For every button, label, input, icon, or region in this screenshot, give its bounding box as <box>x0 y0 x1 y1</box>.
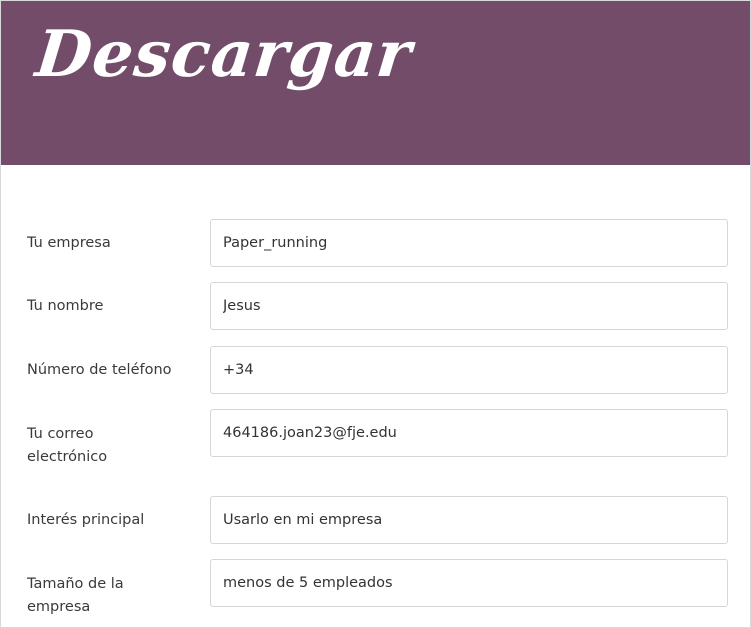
download-page: Descargar Tu empresa Tu nombre Número de… <box>0 0 751 628</box>
company-input[interactable] <box>211 220 727 266</box>
interest-input[interactable] <box>211 497 727 543</box>
company-label: Tu empresa <box>27 235 111 251</box>
name-label: Tu nombre <box>27 298 104 314</box>
interest-field[interactable] <box>210 496 728 544</box>
email-field[interactable] <box>210 409 728 457</box>
company-field[interactable] <box>210 219 728 267</box>
phone-field[interactable] <box>210 346 728 394</box>
phone-label: Número de teléfono <box>27 362 172 378</box>
company-size-label: Tamaño de la empresa <box>27 576 124 615</box>
email-label: Tu correo electrónico <box>27 426 108 465</box>
email-input[interactable] <box>211 410 727 456</box>
company-size-field[interactable] <box>210 559 728 607</box>
phone-input[interactable] <box>211 347 727 393</box>
download-form: Tu empresa Tu nombre Número de teléfono … <box>1 1 750 627</box>
company-size-input[interactable] <box>211 560 727 606</box>
name-field[interactable] <box>210 282 728 330</box>
name-input[interactable] <box>211 283 727 329</box>
interest-label: Interés principal <box>27 512 145 528</box>
